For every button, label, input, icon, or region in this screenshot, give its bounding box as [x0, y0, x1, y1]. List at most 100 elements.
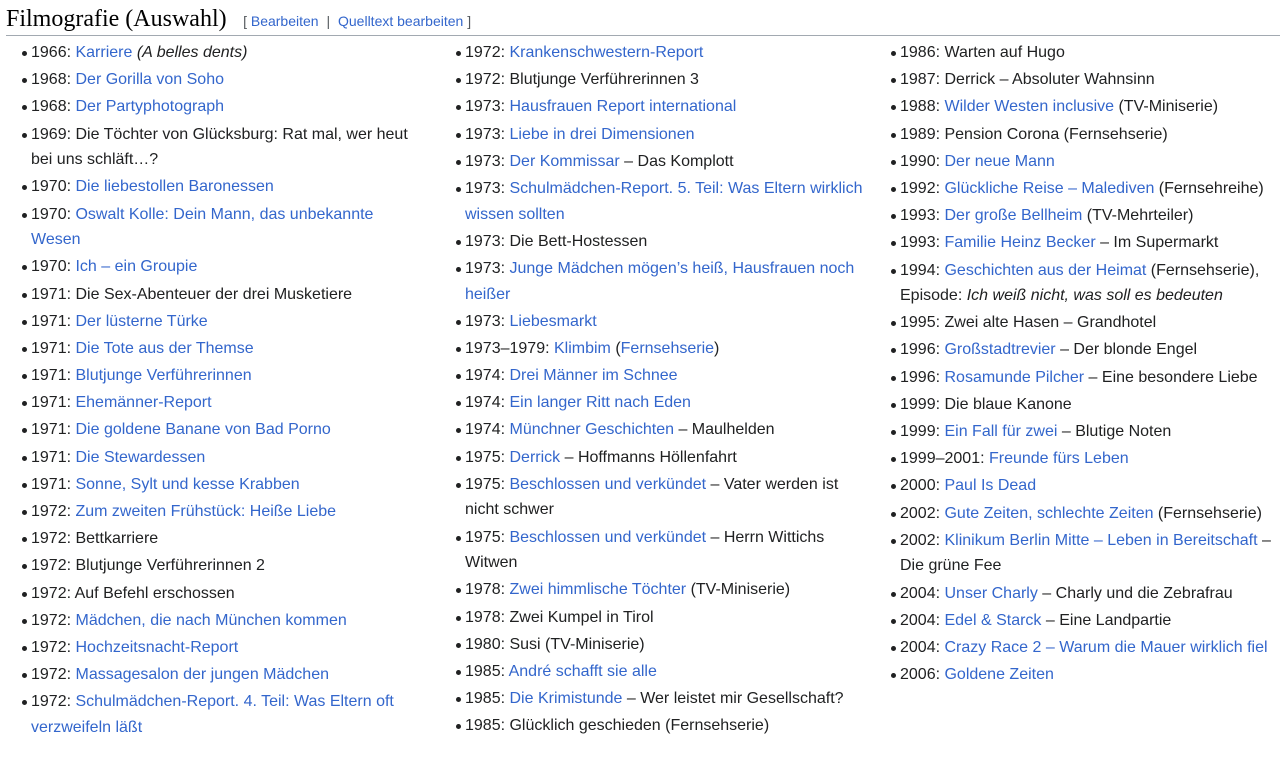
- film-link[interactable]: Derrick: [509, 449, 560, 466]
- film-link[interactable]: Hausfrauen Report international: [509, 98, 736, 115]
- film-link[interactable]: Paul Is Dead: [944, 477, 1036, 494]
- film-link[interactable]: Klinikum Berlin Mitte – Leben in Bereits…: [944, 532, 1257, 549]
- entry-text: – Blutige Noten: [1057, 423, 1172, 441]
- film-link[interactable]: Beschlossen und verkündet: [509, 476, 706, 493]
- edit-link[interactable]: Bearbeiten: [251, 13, 319, 29]
- entry-text: 2002:: [900, 504, 945, 522]
- entry-text: – Hoffmanns Höllenfahrt: [560, 448, 737, 466]
- entry-text: 1966:: [31, 44, 76, 61]
- entry-text: 1970:: [31, 205, 76, 223]
- film-link[interactable]: Ein langer Ritt nach Eden: [509, 394, 690, 411]
- film-link[interactable]: Die Krimistunde: [509, 690, 622, 707]
- film-original-title: Ich weiß nicht, was soll es bedeuten: [966, 287, 1223, 305]
- film-link[interactable]: Geschichten aus der Heimat: [944, 262, 1146, 279]
- film-link[interactable]: Ehemänner-Report: [75, 394, 211, 411]
- film-link[interactable]: Klimbim: [554, 340, 611, 357]
- entry-text: 1996:: [900, 368, 945, 386]
- film-link[interactable]: Glückliche Reise – Malediven: [944, 180, 1154, 197]
- film-link[interactable]: Großstadtrevier: [944, 341, 1055, 358]
- entry-text: 1973:: [465, 98, 510, 116]
- film-link[interactable]: Liebesmarkt: [509, 313, 596, 330]
- entry-text: 1993:: [900, 234, 945, 252]
- film-link[interactable]: Der lüsterne Türke: [75, 313, 207, 330]
- film-link[interactable]: Liebe in drei Dimensionen: [509, 126, 694, 143]
- entry-text: 1971:: [31, 394, 76, 412]
- film-link[interactable]: Gute Zeiten, schlechte Zeiten: [944, 505, 1153, 522]
- entry-text: 1994:: [900, 261, 945, 279]
- filmography-entry: 1972: Zum zweiten Frühstück: Heiße Liebe: [6, 499, 416, 525]
- film-link[interactable]: André schafft sie alle: [509, 663, 657, 680]
- film-link[interactable]: Edel & Starck: [944, 612, 1041, 629]
- filmography-entry: 2002: Klinikum Berlin Mitte – Leben in B…: [875, 528, 1280, 579]
- film-link[interactable]: Münchner Geschichten: [509, 421, 674, 438]
- film-link[interactable]: Der neue Mann: [944, 153, 1054, 170]
- entry-text: (TV-Miniserie): [1114, 98, 1219, 116]
- film-link[interactable]: Blutjunge Verführerinnen: [75, 367, 251, 384]
- entry-text: (TV-Mehrteiler): [1082, 207, 1194, 225]
- film-link[interactable]: Familie Heinz Becker: [944, 234, 1095, 251]
- film-link[interactable]: Hochzeitsnacht-Report: [75, 639, 238, 656]
- film-link[interactable]: Sonne, Sylt und kesse Krabben: [75, 476, 299, 493]
- film-link[interactable]: Oswalt Kolle: Dein Mann, das unbekannte …: [31, 206, 373, 249]
- entry-text: 1974:: [465, 394, 510, 412]
- film-link[interactable]: Zwei himmlische Töchter: [509, 581, 686, 598]
- section-title: Filmografie (Auswahl): [6, 6, 227, 32]
- filmography-entry: 1973: Liebesmarkt: [440, 309, 865, 335]
- entry-text: – Das Komplott: [619, 152, 734, 170]
- filmography-entry: 1999: Die blaue Kanone: [875, 392, 1280, 418]
- filmography-entry: 1973–1979: Klimbim (Fernsehserie): [440, 336, 865, 362]
- film-link[interactable]: Fernsehserie: [621, 340, 714, 357]
- entry-text: 1971:: [31, 421, 76, 439]
- filmography-entry: 1999: Ein Fall für zwei – Blutige Noten: [875, 419, 1280, 445]
- filmography-entry: 2006: Goldene Zeiten: [875, 662, 1280, 688]
- filmography-entry: 1968: Der Gorilla von Soho: [6, 67, 416, 93]
- film-link[interactable]: Der große Bellheim: [944, 207, 1082, 224]
- film-link[interactable]: Der Gorilla von Soho: [75, 71, 224, 88]
- film-link[interactable]: Junge Mädchen mögen’s heiß, Hausfrauen n…: [465, 260, 854, 303]
- film-link[interactable]: Die Stewardessen: [75, 449, 205, 466]
- film-link[interactable]: Unser Charly: [944, 585, 1037, 602]
- film-link[interactable]: Die liebestollen Baronessen: [75, 178, 273, 195]
- filmography-entry: 1971: Ehemänner-Report: [6, 390, 416, 416]
- entry-text: 1972: Blutjunge Verführerinnen 2: [31, 557, 265, 575]
- film-link[interactable]: Der Partyphotograph: [75, 98, 224, 115]
- film-link[interactable]: Die goldene Banane von Bad Porno: [75, 421, 330, 438]
- entry-text: (TV-Miniserie): [686, 581, 791, 599]
- filmography-column-2: 1972: Krankenschwestern-Report 1972: Blut…: [440, 40, 865, 741]
- film-link[interactable]: Schulmädchen-Report. 5. Teil: Was Eltern…: [465, 180, 863, 223]
- filmography-entry: 1969: Die Töchter von Glücksburg: Rat ma…: [6, 122, 416, 173]
- film-link[interactable]: Ein Fall für zwei: [944, 423, 1057, 440]
- film-link[interactable]: Rosamunde Pilcher: [944, 369, 1084, 386]
- filmography-entry: 1974: Münchner Geschichten – Maulhelden: [440, 417, 865, 443]
- film-link[interactable]: Freunde fürs Leben: [989, 450, 1129, 467]
- film-link[interactable]: Wilder Westen inclusive: [944, 98, 1114, 115]
- filmography-entry: 1986: Warten auf Hugo: [875, 40, 1280, 66]
- filmography-entry: 2004: Unser Charly – Charly und die Zebr…: [875, 581, 1280, 607]
- entry-text: 1973:: [465, 125, 510, 143]
- filmography-entry: 1978: Zwei Kumpel in Tirol: [440, 605, 865, 631]
- film-link[interactable]: Der Kommissar: [509, 153, 619, 170]
- film-link[interactable]: Goldene Zeiten: [944, 666, 1053, 683]
- edit-source-link[interactable]: Quelltext bearbeiten: [338, 13, 463, 29]
- edit-bracket-close: ]: [467, 13, 472, 29]
- filmography-entry: 1968: Der Partyphotograph: [6, 94, 416, 120]
- film-link[interactable]: Beschlossen und verkündet: [509, 529, 706, 546]
- film-link[interactable]: Mädchen, die nach München kommen: [75, 612, 346, 629]
- film-link[interactable]: Die Tote aus der Themse: [75, 340, 253, 357]
- film-original-title: (A belles dents): [136, 44, 248, 61]
- film-link[interactable]: Ich – ein Groupie: [75, 258, 197, 275]
- entry-text: – Charly und die Zebrafrau: [1037, 584, 1233, 602]
- entry-text: 1972: Blutjunge Verführerinnen 3: [465, 71, 699, 89]
- film-link[interactable]: Zum zweiten Frühstück: Heiße Liebe: [75, 503, 336, 520]
- filmography-entry: 2002: Gute Zeiten, schlechte Zeiten (Fer…: [875, 501, 1280, 527]
- entry-text: 1987: Derrick – Absoluter Wahnsinn: [900, 71, 1155, 89]
- film-link[interactable]: Schulmädchen-Report. 4. Teil: Was Eltern…: [31, 693, 394, 736]
- film-link[interactable]: Drei Männer im Schnee: [509, 367, 677, 384]
- film-link[interactable]: Crazy Race 2 – Warum die Mauer wirklich …: [944, 639, 1267, 656]
- filmography-entry: 1985: Die Krimistunde – Wer leistet mir …: [440, 686, 865, 712]
- filmography-entry: 1971: Der lüsterne Türke: [6, 309, 416, 335]
- film-link[interactable]: Karriere: [75, 44, 132, 61]
- film-link[interactable]: Krankenschwestern-Report: [509, 44, 703, 61]
- entry-text: 1972: Auf Befehl erschossen: [31, 584, 235, 602]
- film-link[interactable]: Massagesalon der jungen Mädchen: [75, 666, 329, 683]
